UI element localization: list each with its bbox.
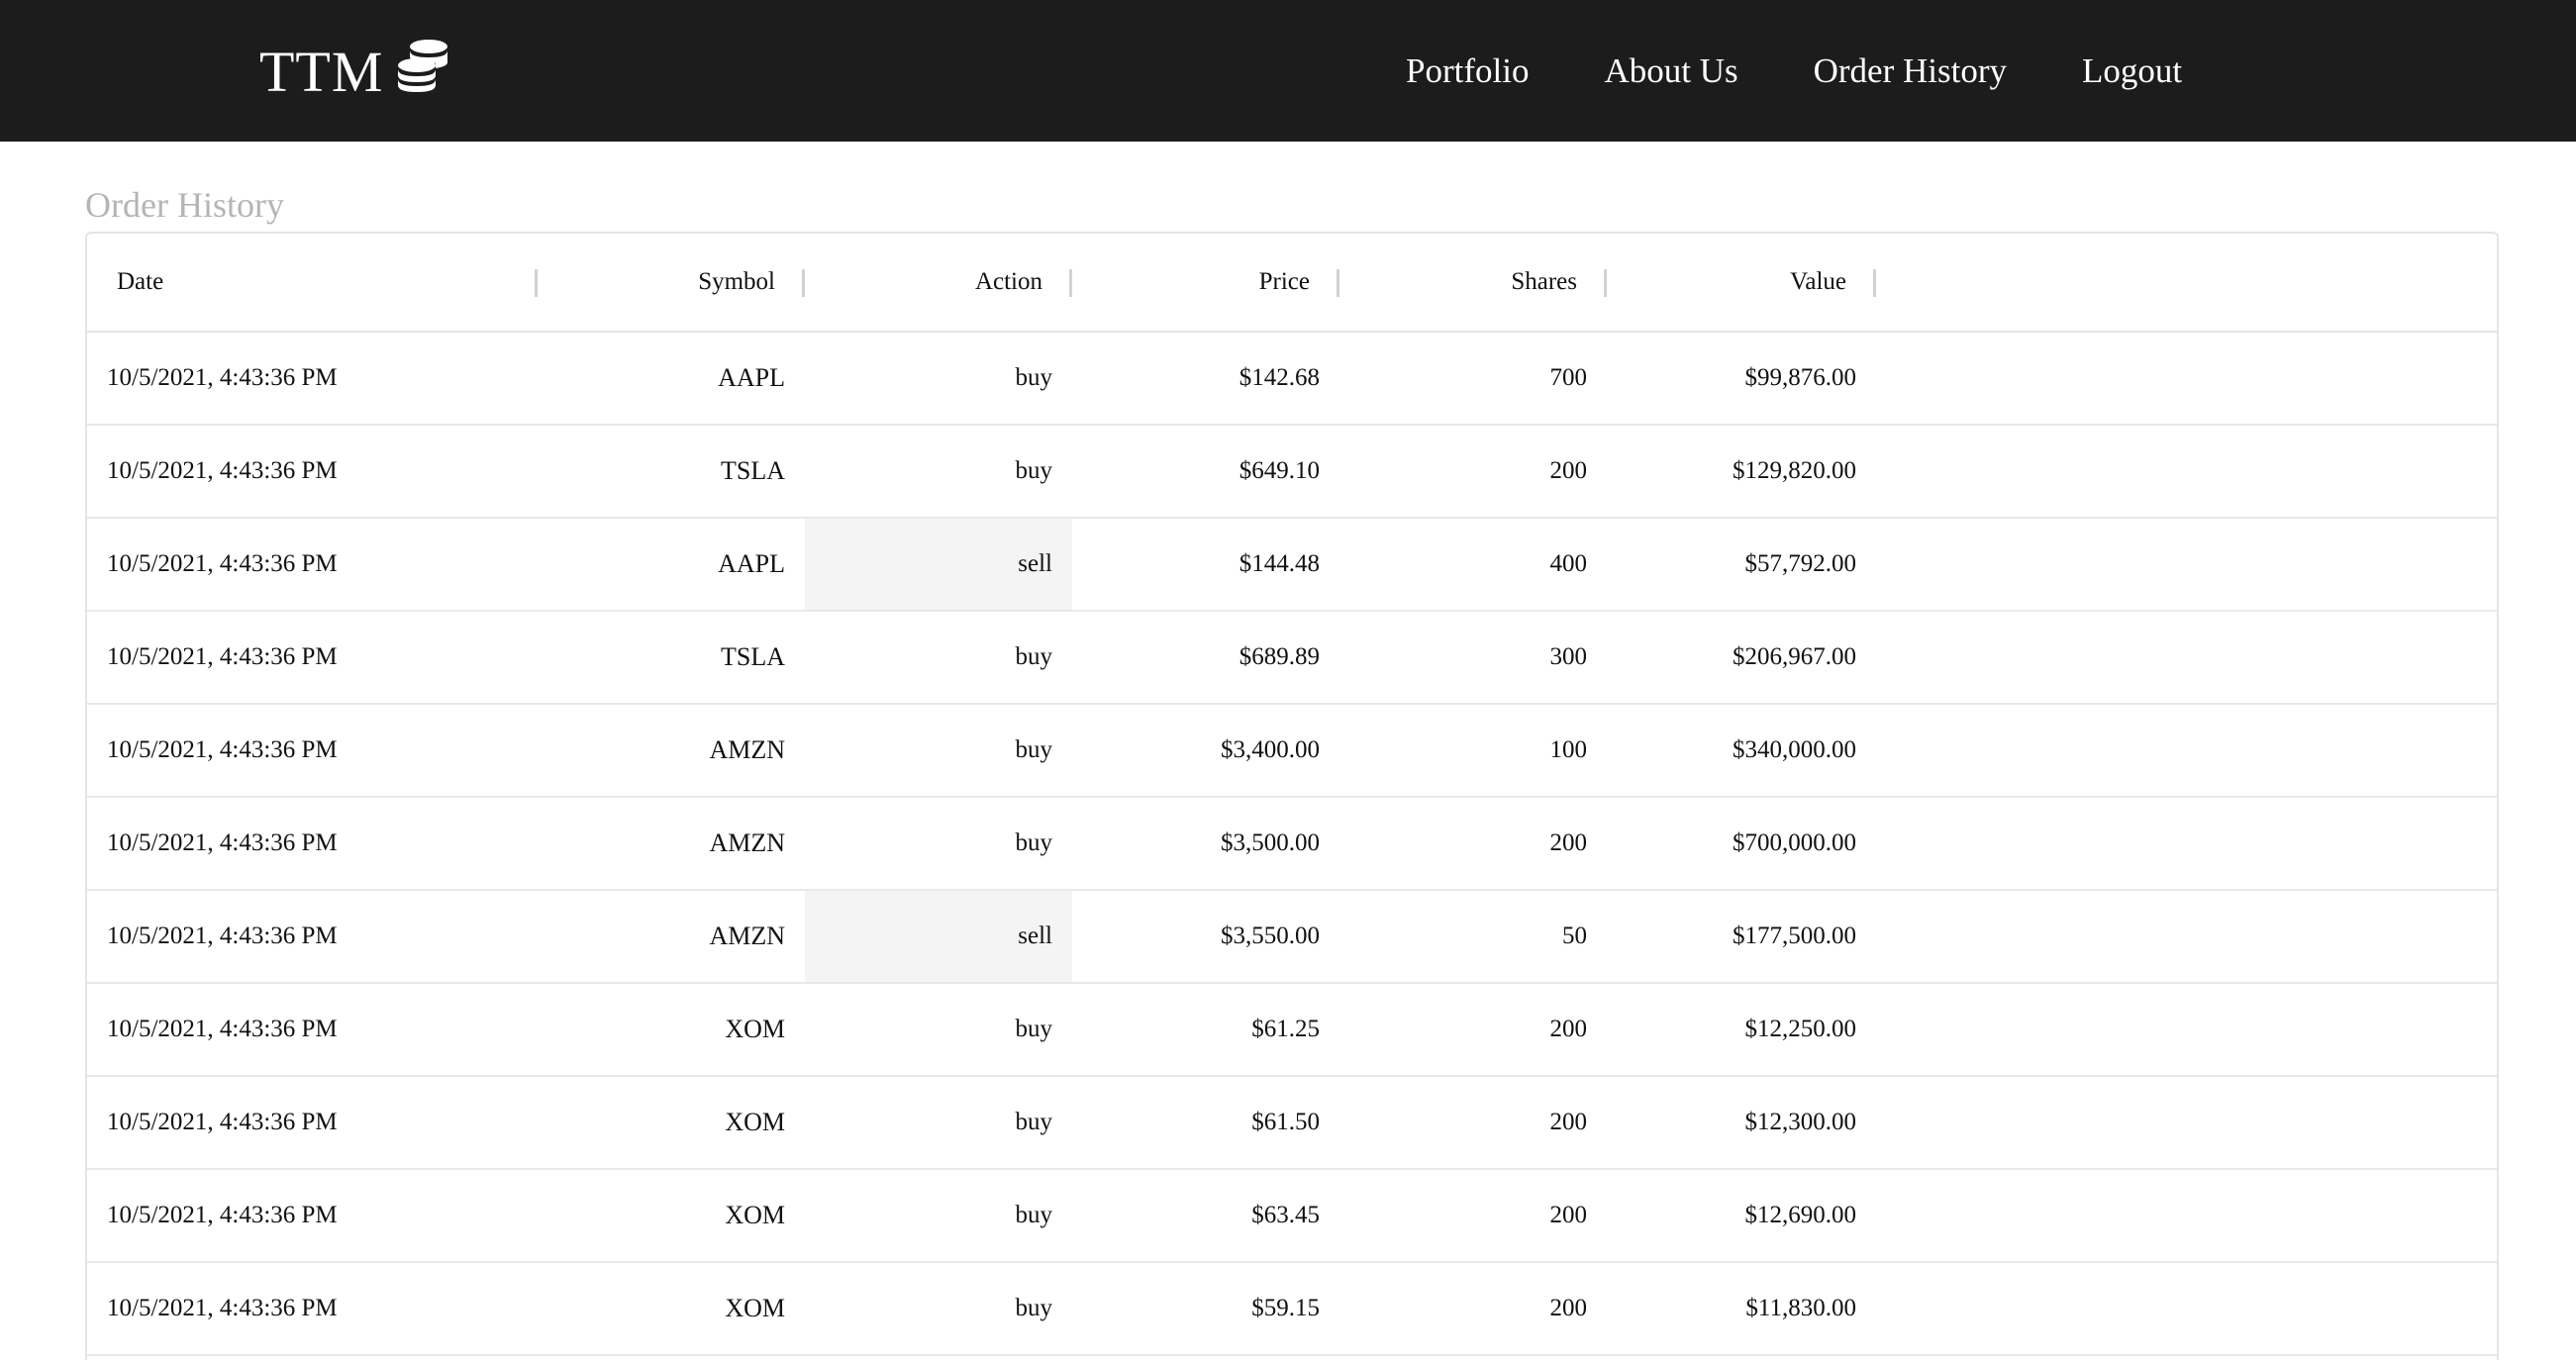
table-row[interactable]: 10/5/2021, 4:43:36 PM AMZN buy $3,400.00 100… <box>87 705 2497 798</box>
cell-price: $649.10 <box>1238 457 1320 484</box>
cell-date: 10/5/2021, 4:43:36 PM <box>107 829 338 856</box>
cell-date: 10/5/2021, 4:43:36 PM <box>107 1016 338 1042</box>
cell-action: buy <box>1015 1016 1053 1042</box>
cell-date: 10/5/2021, 4:43:36 PM <box>107 923 338 949</box>
cell-action: buy <box>1015 1202 1053 1228</box>
cell-date: 10/5/2021, 4:43:36 PM <box>107 1202 338 1228</box>
cell-shares: 200 <box>1549 829 1588 856</box>
table-row[interactable]: 10/5/2021, 4:43:36 PM XOM buy $63.45 200 $12,… <box>87 1170 2497 1263</box>
cell-value: $99,876.00 <box>1744 364 1857 391</box>
table-row[interactable]: 10/5/2021, 4:43:36 PM XOM buy $59.15 200 $11,… <box>87 1263 2497 1356</box>
cell-date: 10/5/2021, 4:43:36 PM <box>107 364 338 391</box>
nav-order-history[interactable]: Order History <box>1814 51 2007 91</box>
table-row[interactable]: 10/5/2021, 4:43:36 PM AAPL buy $142.68 700 $9… <box>87 333 2497 426</box>
cell-value: $57,792.00 <box>1744 550 1857 577</box>
cell-shares: 200 <box>1549 1202 1588 1228</box>
cell-value: $12,690.00 <box>1744 1202 1857 1228</box>
table-row[interactable]: 10/5/2021, 4:43:36 PM XOM buy $61.50 200 $12,… <box>87 1077 2497 1170</box>
cell-value: $129,820.00 <box>1733 457 1856 484</box>
column-header-date[interactable]: Date <box>87 234 538 331</box>
table-row[interactable]: 10/5/2021, 4:43:36 PM AMZN buy $3,500.00 200… <box>87 798 2497 891</box>
cell-value: $11,830.00 <box>1745 1295 1856 1321</box>
main-nav: Portfolio About Us Order History Logout <box>1406 0 2257 142</box>
cell-shares: 200 <box>1549 1109 1588 1135</box>
cell-symbol: TSLA <box>721 456 785 485</box>
cell-action: buy <box>1015 829 1053 856</box>
table-row[interactable]: 10/5/2021, 4:43:36 PM TSLA buy $649.10 200 $1… <box>87 426 2497 519</box>
page-title: Order History <box>85 185 284 225</box>
table-row[interactable]: 10/5/2021, 4:43:36 PM AAPL sell $144.48 400 $… <box>87 519 2497 612</box>
table-row[interactable]: 10/5/2021, 4:43:36 PM TSLA buy $689.89 300 $2… <box>87 612 2497 705</box>
cell-action: buy <box>1015 364 1053 391</box>
cell-date: 10/5/2021, 4:43:36 PM <box>107 457 338 484</box>
nav-about-us[interactable]: About Us <box>1604 51 1737 91</box>
cell-symbol: XOM <box>725 1201 785 1229</box>
cell-price: $3,400.00 <box>1221 736 1320 763</box>
cell-action: sell <box>805 891 1072 982</box>
cell-value: $206,967.00 <box>1733 643 1856 670</box>
column-header-value[interactable]: Value <box>1607 234 1876 331</box>
column-header-price[interactable]: Price <box>1072 234 1339 331</box>
cell-shares: 50 <box>1562 923 1587 949</box>
cell-action: buy <box>1015 1295 1053 1321</box>
cell-shares: 100 <box>1549 736 1588 763</box>
cell-date: 10/5/2021, 4:43:36 PM <box>107 1109 338 1135</box>
cell-symbol: XOM <box>725 1015 785 1043</box>
column-header-shares[interactable]: Shares <box>1339 234 1607 331</box>
column-resize-handle[interactable] <box>1873 269 1876 297</box>
cell-symbol: TSLA <box>721 642 785 671</box>
cell-price: $63.45 <box>1251 1202 1320 1228</box>
table-body: 10/5/2021, 4:43:36 PM AAPL buy $142.68 700 $9… <box>87 333 2497 1356</box>
cell-date: 10/5/2021, 4:43:36 PM <box>107 736 338 763</box>
cell-value: $700,000.00 <box>1733 829 1856 856</box>
cell-symbol: AMZN <box>709 922 785 950</box>
coins-stack-icon <box>393 38 450 107</box>
cell-shares: 400 <box>1549 550 1588 577</box>
nav-logout[interactable]: Logout <box>2082 51 2182 91</box>
cell-shares: 200 <box>1549 1016 1588 1042</box>
cell-shares: 200 <box>1549 457 1588 484</box>
cell-date: 10/5/2021, 4:43:36 PM <box>107 550 338 577</box>
cell-shares: 200 <box>1549 1295 1588 1321</box>
cell-action: buy <box>1015 736 1053 763</box>
cell-price: $689.89 <box>1238 643 1320 670</box>
cell-value: $177,500.00 <box>1733 923 1856 949</box>
cell-date: 10/5/2021, 4:43:36 PM <box>107 643 338 670</box>
cell-shares: 300 <box>1549 643 1588 670</box>
cell-value: $12,250.00 <box>1744 1016 1857 1042</box>
cell-price: $61.50 <box>1251 1109 1320 1135</box>
cell-action: buy <box>1015 1109 1053 1135</box>
cell-symbol: AAPL <box>718 549 785 578</box>
cell-symbol: AMZN <box>709 735 785 764</box>
column-header-symbol[interactable]: Symbol <box>538 234 805 331</box>
column-header-action[interactable]: Action <box>805 234 1072 331</box>
order-history-table: Date Symbol Action Price Shares Value 10… <box>85 232 2499 1360</box>
cell-price: $3,500.00 <box>1221 829 1320 856</box>
brand-logo[interactable]: TTM <box>259 38 450 107</box>
top-navbar: TTM Portfolio About Us Order History Logout <box>0 0 2576 142</box>
cell-symbol: XOM <box>725 1108 785 1136</box>
cell-value: $340,000.00 <box>1733 736 1856 763</box>
cell-action: sell <box>805 519 1072 610</box>
cell-price: $142.68 <box>1238 364 1320 391</box>
cell-action: buy <box>1015 457 1053 484</box>
cell-price: $144.48 <box>1238 550 1320 577</box>
cell-price: $61.25 <box>1251 1016 1320 1042</box>
cell-symbol: AAPL <box>718 363 785 392</box>
cell-symbol: XOM <box>725 1294 785 1322</box>
cell-symbol: AMZN <box>709 828 785 857</box>
brand-name: TTM <box>259 40 384 104</box>
table-row[interactable]: 10/5/2021, 4:43:36 PM XOM buy $61.25 200 $12,… <box>87 984 2497 1077</box>
cell-action: buy <box>1015 643 1053 670</box>
table-row[interactable]: 10/5/2021, 4:43:36 PM AMZN sell $3,550.00 50… <box>87 891 2497 984</box>
cell-shares: 700 <box>1549 364 1588 391</box>
cell-price: $59.15 <box>1251 1295 1320 1321</box>
cell-date: 10/5/2021, 4:43:36 PM <box>107 1295 338 1321</box>
cell-value: $12,300.00 <box>1744 1109 1857 1135</box>
table-header: Date Symbol Action Price Shares Value <box>87 234 2497 333</box>
cell-price: $3,550.00 <box>1221 923 1320 949</box>
nav-portfolio[interactable]: Portfolio <box>1406 51 1529 91</box>
